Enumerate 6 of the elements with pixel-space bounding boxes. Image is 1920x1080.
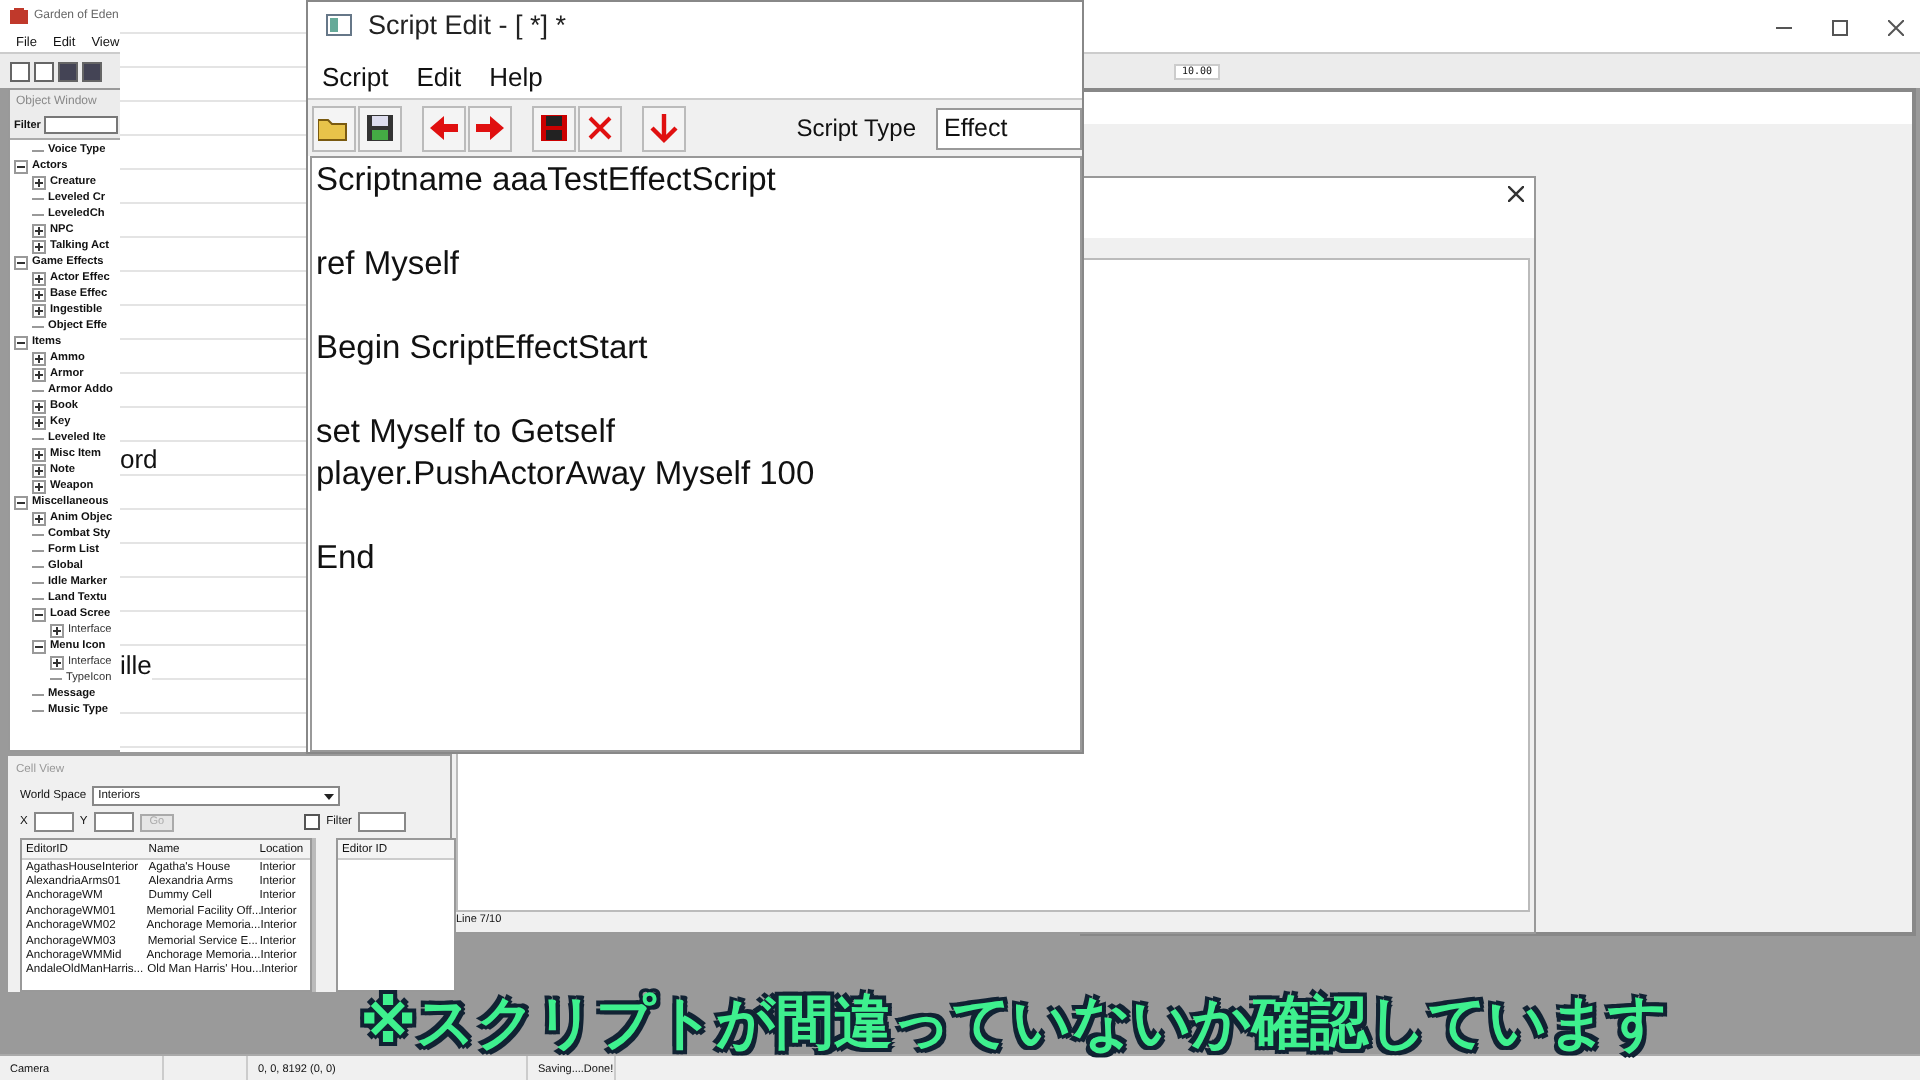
script-type-label: Script Type: [796, 114, 916, 142]
partial-text: ille: [120, 650, 152, 680]
script-text: Scriptname aaaTestEffectScript ref Myself Begin ScriptEffectStart set Myself to Getself player.PushActorAway Myself 100 End: [314, 160, 817, 580]
window-title: Script Edit - [ *] *: [368, 9, 567, 39]
subtitle-caption: ※スクリプトが間違っていないか確認しています: [360, 986, 1669, 1060]
partial-text: ord: [120, 444, 158, 474]
